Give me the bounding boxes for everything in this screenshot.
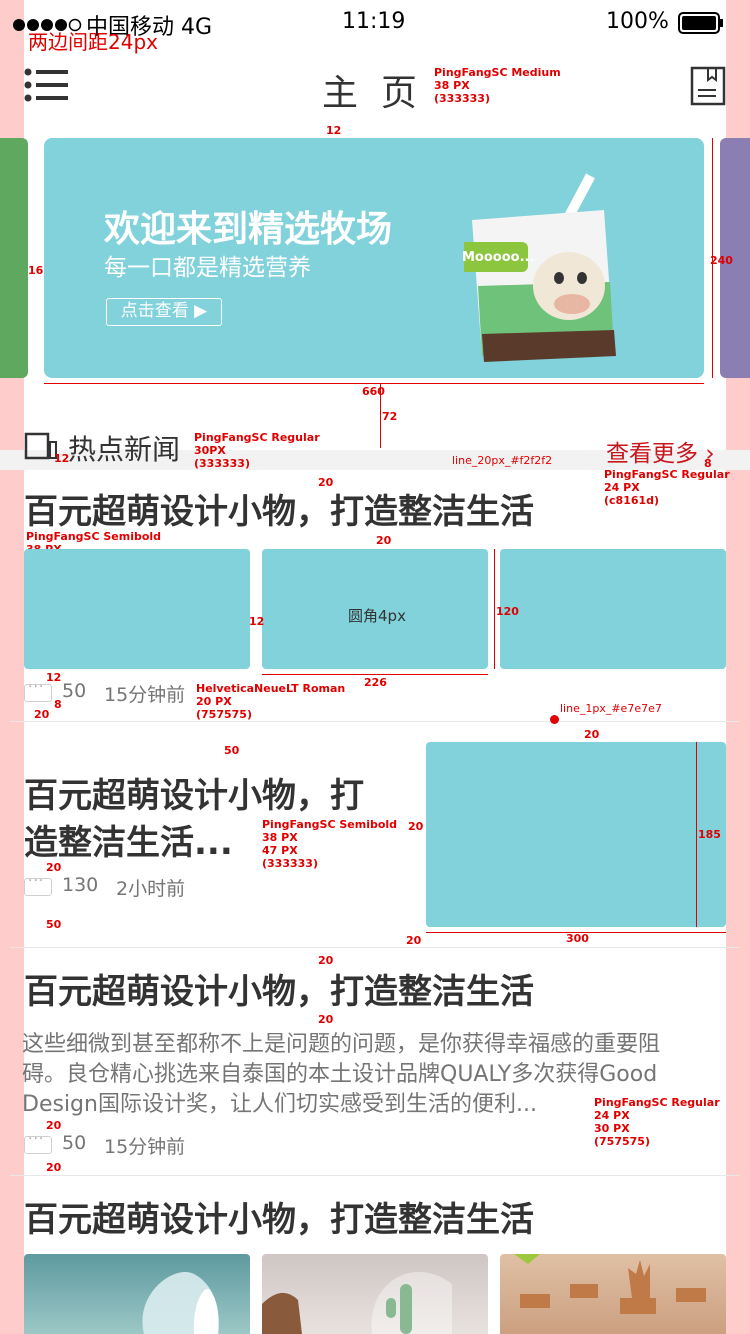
dim-line-120	[494, 549, 495, 669]
dim-line-660	[44, 383, 704, 384]
dim-line-72	[380, 384, 381, 448]
annotation-d20-a2b: 20	[406, 934, 422, 947]
annotation-d20-img: 20	[408, 820, 424, 833]
article-separator	[10, 1175, 740, 1176]
annotation-excerpt-font: PingFangSC Regular 24 PX 30 PX (757575)	[594, 1096, 720, 1148]
annotation-d240: 240	[710, 254, 733, 267]
battery-percent: 100%	[606, 9, 669, 34]
article-4-image-3[interactable]	[500, 1254, 726, 1334]
banner-headline: 欢迎来到精选牧场	[104, 209, 393, 250]
annotation-d300: 300	[566, 932, 589, 945]
annotation-title-font: PingFangSC Medium 38 PX (333333)	[434, 66, 561, 105]
annotation-d20-a3b: 20	[318, 1013, 334, 1026]
article-separator	[10, 721, 740, 722]
news-icon	[24, 432, 58, 464]
comment-icon	[24, 679, 52, 702]
annotation-d50-a2: 50	[224, 744, 240, 757]
annotation-d12-meta: 12	[46, 671, 62, 684]
article-3-time: 15分钟前	[104, 1136, 186, 1158]
annotation-d20-a3c: 20	[46, 1119, 62, 1132]
annotation-d20-a1: 20	[376, 534, 392, 547]
milk-carton-illustration	[458, 166, 634, 378]
annotation-d12-top: 12	[326, 124, 342, 137]
banner-card[interactable]: 欢迎来到精选牧场 每一口都是精选营养 点击查看 ▶ Mooooo...	[44, 138, 704, 378]
dim-line-185	[696, 742, 697, 927]
annotation-hot-font: PingFangSC Regular 30PX (333333)	[194, 431, 320, 470]
article-3-excerpt-line-3: Design国际设计奖，让人们切实感受到生活的便利...	[22, 1092, 537, 1117]
annotation-meta-font: HelveticaNeueLT Roman 20 PX (757575)	[196, 682, 346, 721]
comment-icon	[24, 873, 52, 896]
annotation-news2-font: PingFangSC Semibold 38 PX 47 PX (333333)	[262, 818, 398, 870]
article-2-title-line-1[interactable]: 百元超萌设计小物，打	[24, 768, 364, 817]
annotation-more-font: PingFangSC Regular 24 PX (c8161d)	[604, 468, 730, 507]
annotation-d20-meta: 20	[34, 708, 50, 721]
article-1-image-2[interactable]: 圆角4px	[262, 549, 488, 669]
battery-icon	[678, 12, 724, 40]
article-1-image-3[interactable]	[500, 549, 726, 669]
annotation-line1: line_1px_#e7e7e7	[560, 702, 662, 715]
article-4-image-2[interactable]	[262, 1254, 488, 1334]
article-2-image[interactable]	[426, 742, 726, 927]
banner-prev-peek[interactable]	[0, 138, 28, 378]
annotation-d72: 72	[382, 410, 398, 423]
annotation-d50-a2b: 50	[46, 918, 62, 931]
article-4-image-1[interactable]	[24, 1254, 250, 1334]
annotation-d226: 226	[364, 676, 387, 689]
annotation-d20-a3d: 20	[46, 1161, 62, 1174]
menu-icon[interactable]	[24, 68, 70, 108]
annotation-d12-gap: 12	[249, 615, 265, 628]
margin-note: 两边间距24px	[28, 30, 158, 54]
article-2-time: 2小时前	[116, 878, 186, 900]
annotation-d120: 120	[496, 605, 519, 618]
annotation-d12-hot: 12	[54, 452, 70, 465]
article-1-time: 15分钟前	[104, 684, 186, 706]
annotation-d8-meta: 8	[54, 698, 62, 711]
annotation-d20-a2: 20	[584, 728, 600, 741]
annotation-d185: 185	[698, 828, 721, 841]
article-3-excerpt-line-2: 碍。良仓精心挑选来自泰国的本土设计品牌QUALY多次获得Good	[22, 1062, 658, 1087]
image-caption: 圆角4px	[348, 607, 406, 625]
annotation-d660: 660	[362, 385, 385, 398]
article-2-title-line-2[interactable]: 造整洁生活...	[24, 815, 233, 864]
annotation-d20-a2meta: 20	[46, 861, 62, 874]
article-4-title[interactable]: 百元超萌设计小物，打造整洁生活	[24, 1192, 534, 1241]
article-separator	[10, 947, 740, 948]
hot-news-title: 热点新闻	[68, 433, 181, 466]
article-1-title[interactable]: 百元超萌设计小物，打造整洁生活	[24, 484, 534, 533]
dim-line-226	[262, 674, 488, 675]
see-more-label: 查看更多	[606, 441, 698, 467]
article-3-excerpt-line-1: 这些细微到甚至都称不上是问题的问题，是你获得幸福感的重要阻	[22, 1032, 661, 1057]
article-1-comments: 50	[62, 680, 87, 702]
article-3-comments: 50	[62, 1132, 87, 1154]
line-marker-dot	[550, 715, 559, 724]
comment-icon	[24, 1131, 52, 1154]
page-title: 主 页	[322, 73, 417, 114]
see-more-link[interactable]: 查看更多 ›	[606, 434, 715, 468]
banner-subline: 每一口都是精选营养	[104, 255, 311, 281]
article-1-image-1[interactable]	[24, 549, 250, 669]
annotation-d16: 16	[28, 264, 44, 277]
annotation-line20: line_20px_#f2f2f2	[452, 454, 553, 467]
bubble-text: Mooooo...	[462, 250, 535, 265]
clock: 11:19	[342, 9, 406, 34]
bookmark-icon[interactable]	[690, 66, 726, 110]
banner-cta-button[interactable]: 点击查看 ▶	[106, 298, 222, 326]
article-2-comments: 130	[62, 874, 99, 896]
article-3-title[interactable]: 百元超萌设计小物，打造整洁生活	[24, 964, 534, 1013]
